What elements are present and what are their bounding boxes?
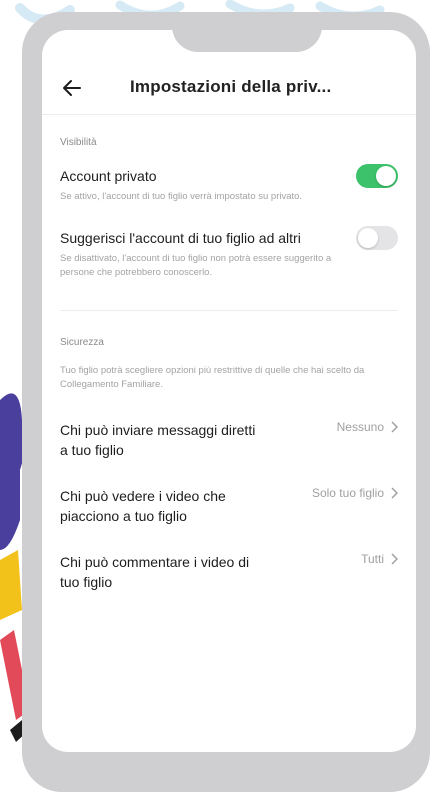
suggest-account-row: Suggerisci l'account di tuo figlio ad al… xyxy=(60,226,398,280)
toggle-knob xyxy=(376,166,396,186)
direct-messages-row[interactable]: Chi può inviare messaggi diretti a tuo f… xyxy=(60,420,398,460)
phone-notch xyxy=(172,12,322,52)
section-label-visibility: Visibilità xyxy=(60,137,97,148)
chevron-right-icon xyxy=(391,487,398,499)
chevron-right-icon xyxy=(391,421,398,433)
direct-messages-value: Nessuno xyxy=(336,420,384,434)
direct-messages-value-group: Nessuno xyxy=(337,420,398,434)
chevron-right-icon xyxy=(391,553,398,565)
privacy-settings-screen: Impostazioni della priv... Visibilità Ac… xyxy=(42,30,416,752)
arrow-left-icon[interactable] xyxy=(58,74,86,102)
comments-value-group: Tutti xyxy=(361,552,398,566)
section-divider xyxy=(60,310,398,311)
liked-videos-value: Solo tuo figlio xyxy=(311,486,384,500)
liked-videos-title: Chi può vedere i video che piacciono a t… xyxy=(60,488,226,524)
suggest-account-description: Se disattivato, l'account di tuo figlio … xyxy=(60,253,332,278)
direct-messages-title: Chi può inviare messaggi diretti a tuo f… xyxy=(60,422,256,458)
section-label-security: Sicurezza xyxy=(60,337,104,348)
suggest-account-toggle[interactable] xyxy=(356,226,398,250)
security-description: Tuo figlio potrà scegliere opzioni più r… xyxy=(60,365,365,390)
settings-content: Visibilità Account privato Se attivo, l'… xyxy=(42,137,416,592)
private-account-description: Se attivo, l'account di tuo figlio verrà… xyxy=(60,191,303,202)
suggest-account-title: Suggerisci l'account di tuo figlio ad al… xyxy=(60,230,301,246)
liked-videos-value-group: Solo tuo figlio xyxy=(312,486,398,500)
liked-videos-row[interactable]: Chi può vedere i video che piacciono a t… xyxy=(60,486,398,526)
comments-title: Chi può commentare i video di tuo figlio xyxy=(60,554,250,590)
private-account-title: Account privato xyxy=(60,168,157,184)
comments-row[interactable]: Chi può commentare i video di tuo figlio… xyxy=(60,552,398,592)
private-account-toggle[interactable] xyxy=(356,164,398,188)
page-title: Impostazioni della priv... xyxy=(130,77,332,96)
private-account-row: Account privato Se attivo, l'account di … xyxy=(60,164,398,204)
comments-value: Tutti xyxy=(361,552,384,566)
toggle-knob xyxy=(358,228,378,248)
